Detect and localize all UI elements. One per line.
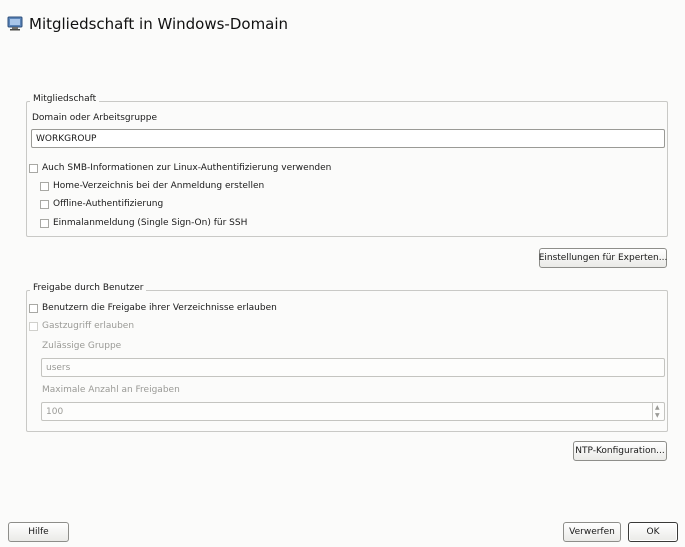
allow-shares-label[interactable]: Benutzern die Freigabe ihrer Verzeichnis… [42, 303, 277, 313]
domain-input[interactable]: WORKGROUP [31, 129, 665, 148]
guest-access-checkbox[interactable] [29, 322, 38, 331]
expert-settings-button[interactable]: Einstellungen für Experten... [539, 248, 667, 268]
ok-button[interactable]: OK [628, 522, 678, 542]
home-dir-checkbox[interactable] [40, 182, 49, 191]
spin-buttons[interactable]: ▲ ▼ [652, 403, 664, 420]
help-button[interactable]: Hilfe [8, 522, 69, 542]
group-label: Zulässige Gruppe [42, 341, 122, 351]
spin-up-icon[interactable]: ▲ [655, 405, 660, 411]
page-title: Mitgliedschaft in Windows-Domain [29, 15, 289, 33]
spin-down-icon[interactable]: ▼ [655, 413, 660, 419]
domain-label: Domain oder Arbeitsgruppe [32, 113, 158, 123]
group-input[interactable]: users [41, 358, 665, 377]
network-computer-icon [7, 16, 23, 31]
max-shares-value: 100 [46, 407, 64, 417]
guest-access-label[interactable]: Gastzugriff erlauben [42, 321, 134, 331]
offline-auth-checkbox[interactable] [40, 200, 49, 209]
membership-legend: Mitgliedschaft [30, 94, 100, 104]
sso-ssh-checkbox[interactable] [40, 219, 49, 228]
sso-ssh-label[interactable]: Einmalanmeldung (Single Sign-On) für SSH [53, 218, 247, 228]
smb-auth-checkbox[interactable] [29, 164, 38, 173]
offline-auth-label[interactable]: Offline-Authentifizierung [53, 199, 163, 209]
discard-button[interactable]: Verwerfen [563, 522, 621, 542]
sharing-legend: Freigabe durch Benutzer [30, 283, 147, 293]
home-dir-label[interactable]: Home-Verzeichnis bei der Anmeldung erste… [53, 181, 264, 191]
smb-auth-label[interactable]: Auch SMB-Informationen zur Linux-Authent… [42, 163, 331, 173]
max-shares-spinbox[interactable]: 100 ▲ ▼ [41, 402, 665, 421]
allow-shares-checkbox[interactable] [29, 304, 38, 313]
ntp-config-button[interactable]: NTP-Konfiguration... [573, 441, 667, 461]
max-shares-label: Maximale Anzahl an Freigaben [42, 385, 180, 395]
